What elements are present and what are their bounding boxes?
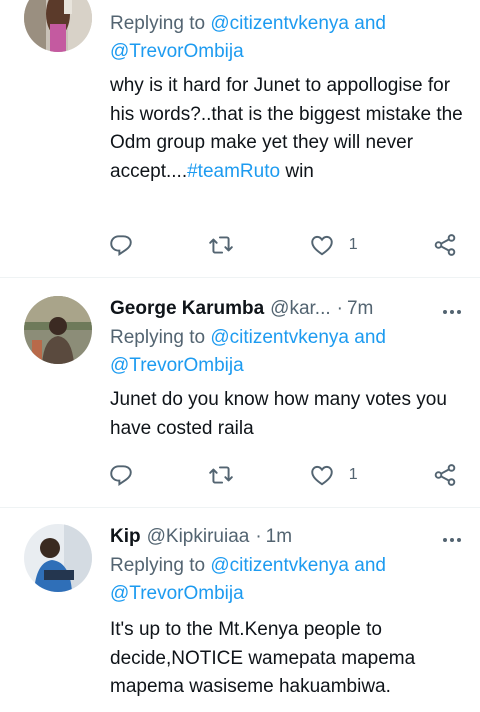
- replying-to: Replying to @citizentvkenya and @TrevorO…: [110, 10, 464, 66]
- reply-icon: [110, 235, 132, 257]
- like-button[interactable]: 1: [309, 462, 358, 488]
- mention-link[interactable]: @citizentvkenya: [210, 327, 349, 348]
- more-button[interactable]: [441, 294, 464, 324]
- author-name[interactable]: Kip: [110, 526, 141, 548]
- reply-button[interactable]: [108, 232, 134, 258]
- tweet[interactable]: Replying to @citizentvkenya and @TrevorO…: [0, 0, 480, 278]
- avatar[interactable]: [24, 0, 92, 52]
- author-name[interactable]: George Karumba: [110, 298, 264, 320]
- tweet-text-part: win: [280, 160, 314, 182]
- tweet[interactable]: Kip @Kipkiruiaa · 1m Replying to @citize…: [0, 508, 480, 712]
- author-handle[interactable]: @Kipkiruiaa: [147, 526, 250, 548]
- avatar[interactable]: [24, 296, 92, 364]
- replying-and: and: [354, 555, 386, 576]
- like-count: 1: [348, 236, 358, 253]
- tweet-text: It's up to the Mt.Kenya people to decide…: [110, 619, 416, 697]
- more-icon: [441, 298, 462, 320]
- reply-button[interactable]: [108, 462, 134, 488]
- more-icon: [441, 526, 462, 548]
- hashtag-link[interactable]: #teamRuto: [187, 161, 280, 182]
- separator-dot: ·: [255, 526, 262, 547]
- like-button[interactable]: 1: [309, 232, 358, 258]
- timestamp[interactable]: 7m: [347, 298, 373, 320]
- author-handle[interactable]: @kar...: [270, 298, 330, 320]
- share-icon: [434, 234, 456, 256]
- heart-icon: [310, 235, 333, 256]
- mention-link[interactable]: @TrevorOmbija: [110, 355, 244, 376]
- retweet-icon: [209, 236, 234, 254]
- like-count: 1: [348, 466, 358, 483]
- tweet-text: why is it hard for Junet to appollogise …: [110, 72, 464, 186]
- replying-label: Replying to: [110, 555, 206, 576]
- share-button[interactable]: [432, 232, 458, 258]
- tweet-text: Junet do you know how many votes you hav…: [110, 389, 447, 439]
- heart-icon: [310, 465, 333, 486]
- reply-icon: [110, 465, 132, 487]
- more-button[interactable]: [441, 522, 464, 552]
- mention-link[interactable]: @TrevorOmbija: [110, 583, 244, 604]
- share-button[interactable]: [432, 462, 458, 488]
- mention-link[interactable]: @citizentvkenya: [210, 13, 349, 34]
- replying-label: Replying to: [110, 327, 206, 348]
- retweet-icon: [209, 466, 234, 484]
- retweet-button[interactable]: [208, 232, 234, 258]
- replying-and: and: [354, 13, 386, 34]
- replying-to: Replying to @citizentvkenya and @TrevorO…: [110, 552, 464, 608]
- replying-and: and: [354, 327, 386, 348]
- mention-link[interactable]: @TrevorOmbija: [110, 41, 244, 62]
- share-icon: [434, 464, 456, 486]
- avatar[interactable]: [24, 524, 92, 592]
- mention-link[interactable]: @citizentvkenya: [210, 555, 349, 576]
- replying-to: Replying to @citizentvkenya and @TrevorO…: [110, 324, 464, 380]
- separator-dot: ·: [336, 298, 343, 319]
- retweet-button[interactable]: [208, 462, 234, 488]
- timestamp[interactable]: 1m: [266, 526, 292, 548]
- tweet[interactable]: George Karumba @kar... · 7m Replying to …: [0, 278, 480, 508]
- replying-label: Replying to: [110, 13, 206, 34]
